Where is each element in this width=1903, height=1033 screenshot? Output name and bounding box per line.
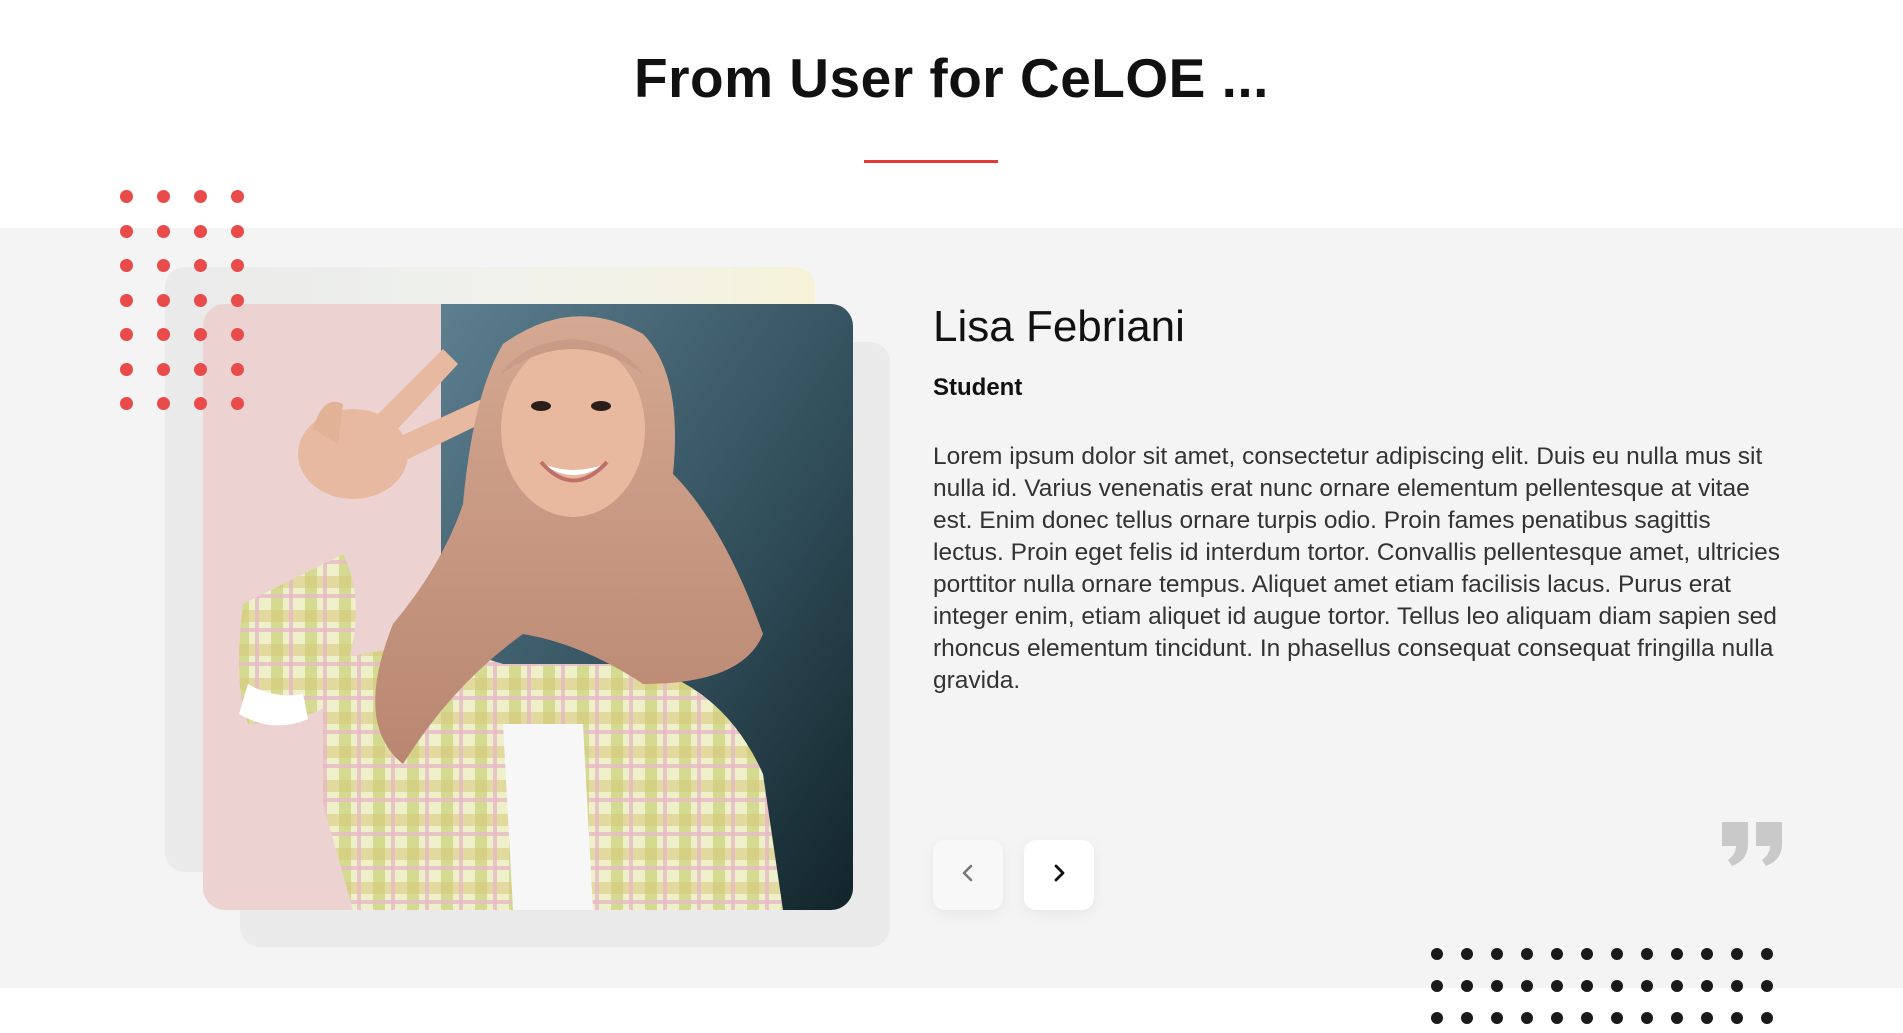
testimonial-role: Student [933,374,1023,401]
previous-button[interactable] [933,840,1003,910]
red-dot-pattern [120,190,255,415]
section-title: From User for CeLOE ... [634,47,1269,109]
quote-mark-icon [1720,820,1786,868]
section-header: From User for CeLOE ... [0,0,1903,228]
testimonial-text: Lorem ipsum dolor sit amet, consectetur … [933,443,1781,694]
testimonial-page: From User for CeLOE ... Lisa Febriani St… [0,0,1903,1033]
title-underline [864,160,998,163]
next-button[interactable] [1024,840,1094,910]
testimonial-name: Lisa Febriani [933,302,1185,351]
chevron-right-icon [1048,862,1070,889]
testimonial-photo [203,304,853,910]
black-dot-pattern [1431,948,1781,1028]
chevron-left-icon [957,862,979,889]
